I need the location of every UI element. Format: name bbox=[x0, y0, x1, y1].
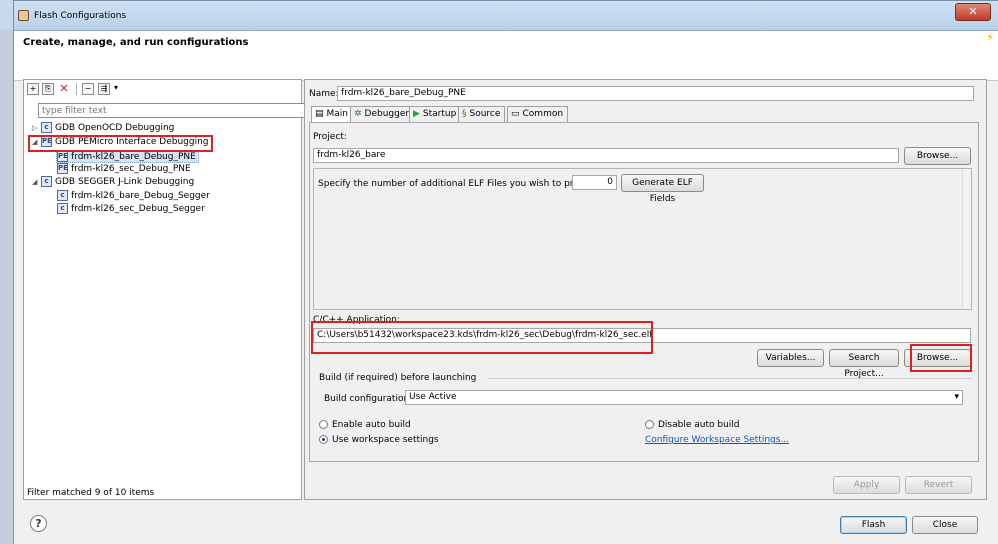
duplicate-configuration-icon[interactable]: ⎘ bbox=[42, 83, 54, 95]
c-config-icon: c bbox=[57, 203, 68, 214]
tree-item-kl26-sec-pne[interactable]: PE frdm-kl26_sec_Debug_PNE bbox=[57, 163, 191, 176]
build-config-label: Build configuration: bbox=[324, 394, 413, 404]
close-button[interactable]: Close bbox=[912, 516, 978, 534]
project-field[interactable]: frdm-kl26_bare bbox=[313, 148, 899, 163]
highlight-box-browse bbox=[910, 344, 972, 372]
enable-auto-build-option[interactable]: Enable auto build bbox=[319, 420, 411, 430]
highlight-box-pemicro bbox=[28, 135, 213, 152]
collapse-all-icon[interactable]: − bbox=[82, 83, 94, 95]
c-config-icon: c bbox=[41, 176, 52, 187]
pe-config-icon: PE bbox=[57, 163, 68, 174]
c-config-icon: c bbox=[41, 122, 52, 133]
title-bar: Flash Configurations ✕ bbox=[14, 1, 998, 31]
tree-item-segger[interactable]: ◢ c GDB SEGGER J-Link Debugging bbox=[32, 176, 194, 189]
filter-dropdown-icon[interactable]: ▾ bbox=[114, 83, 118, 92]
flash-button[interactable]: Flash bbox=[840, 516, 907, 534]
revert-button[interactable]: Revert bbox=[905, 476, 972, 494]
search-project-button[interactable]: Search Project... bbox=[829, 349, 899, 379]
apply-button[interactable]: Apply bbox=[833, 476, 900, 494]
build-group-line bbox=[488, 378, 972, 379]
build-config-select[interactable]: Use Active ▾ bbox=[405, 390, 963, 405]
disable-auto-build-radio[interactable] bbox=[645, 420, 654, 429]
toolbar-separator bbox=[76, 83, 77, 95]
enable-auto-build-radio[interactable] bbox=[319, 420, 328, 429]
delete-configuration-icon[interactable]: ✕ bbox=[58, 83, 70, 95]
dialog-header-title: Create, manage, and run configurations bbox=[23, 37, 249, 48]
tree-item-openocd[interactable]: ▷ c GDB OpenOCD Debugging bbox=[32, 122, 174, 135]
dropdown-arrow-icon[interactable]: ▾ bbox=[954, 391, 959, 404]
main-tab-icon: ▤ bbox=[315, 109, 324, 119]
disable-auto-build-option[interactable]: Disable auto build bbox=[645, 420, 740, 430]
project-browse-button[interactable]: Browse... bbox=[904, 147, 971, 165]
common-tab-icon: ▭ bbox=[511, 109, 520, 119]
filter-status: Filter matched 9 of 10 items bbox=[27, 488, 155, 498]
variables-button[interactable]: Variables... bbox=[757, 349, 824, 367]
build-group-label: Build (if required) before launching bbox=[319, 373, 477, 383]
generate-elf-fields-button[interactable]: Generate ELF Fields bbox=[621, 174, 704, 204]
c-config-icon: c bbox=[57, 190, 68, 201]
new-configuration-icon[interactable]: + bbox=[27, 83, 39, 95]
tab-debugger[interactable]: ✲ Debugger bbox=[350, 106, 415, 122]
window-title: Flash Configurations bbox=[34, 11, 127, 21]
tab-startup[interactable]: ▶ Startup bbox=[409, 106, 462, 122]
startup-tab-icon: ▶ bbox=[413, 109, 420, 119]
elf-area-scrollbar[interactable] bbox=[962, 169, 971, 309]
dialog-header: Create, manage, and run configurations ⚡ bbox=[14, 31, 998, 81]
app-icon bbox=[18, 10, 29, 21]
flash-configurations-window: Flash Configurations ✕ Create, manage, a… bbox=[13, 0, 998, 544]
collapse-arrow-icon[interactable]: ◢ bbox=[32, 176, 41, 189]
help-icon[interactable]: ? bbox=[30, 515, 47, 532]
expand-arrow-icon[interactable]: ▷ bbox=[32, 122, 41, 135]
filter-icon[interactable]: ⇶ bbox=[98, 83, 110, 95]
filter-input[interactable] bbox=[38, 103, 311, 118]
lightning-icon: ⚡ bbox=[986, 31, 994, 44]
pe-config-icon: PE bbox=[57, 151, 68, 162]
elf-count-label: Specify the number of additional ELF Fil… bbox=[318, 179, 606, 189]
source-tab-icon: § bbox=[462, 109, 467, 119]
use-workspace-settings-option[interactable]: Use workspace settings bbox=[319, 435, 439, 445]
configure-workspace-settings-link[interactable]: Configure Workspace Settings... bbox=[645, 435, 789, 445]
tree-item-kl26-bare-segger[interactable]: c frdm-kl26_bare_Debug_Segger bbox=[57, 190, 210, 203]
name-field[interactable]: frdm-kl26_bare_Debug_PNE bbox=[337, 86, 974, 101]
highlight-box-application bbox=[311, 321, 653, 354]
window-close-button[interactable]: ✕ bbox=[955, 3, 991, 21]
name-label: Name: bbox=[309, 89, 339, 99]
background-app-left-strip bbox=[0, 30, 13, 544]
project-label: Project: bbox=[313, 132, 347, 142]
tree-item-kl26-sec-segger[interactable]: c frdm-kl26_sec_Debug_Segger bbox=[57, 203, 205, 216]
debugger-tab-icon: ✲ bbox=[354, 109, 362, 119]
tab-common[interactable]: ▭ Common bbox=[507, 106, 569, 122]
tab-main[interactable]: ▤ Main bbox=[311, 106, 354, 123]
tab-source[interactable]: § Source bbox=[458, 106, 506, 122]
elf-count-field[interactable]: 0 bbox=[572, 175, 617, 190]
use-workspace-settings-radio[interactable] bbox=[319, 435, 328, 444]
